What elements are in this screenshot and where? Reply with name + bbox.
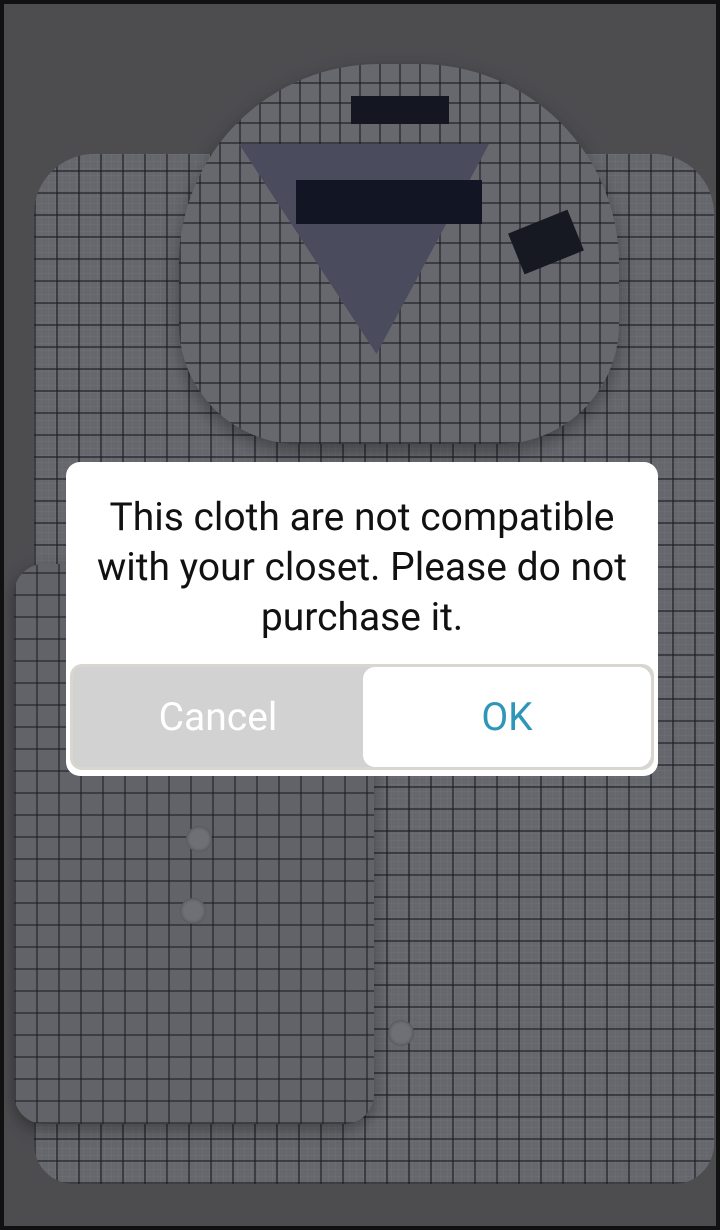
dialog-button-bar: Cancel OK <box>70 664 654 770</box>
alert-dialog: This cloth are not compatible with your … <box>66 462 658 776</box>
ok-button[interactable]: OK <box>363 667 651 767</box>
app-screen: This cloth are not compatible with your … <box>0 0 720 1230</box>
cancel-button[interactable]: Cancel <box>73 667 363 767</box>
dialog-message: This cloth are not compatible with your … <box>96 494 628 640</box>
